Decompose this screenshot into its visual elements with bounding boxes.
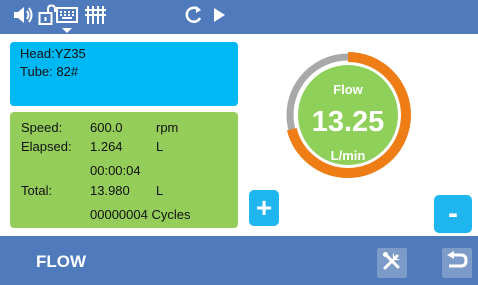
elapsed-unit: L <box>156 139 164 154</box>
cycles-row: 00000004 Cycles <box>90 207 190 222</box>
equalizer-icon[interactable] <box>84 4 106 26</box>
elapsed-value: 1.264 <box>90 139 123 154</box>
elapsed-time: 00:00:04 <box>90 163 141 178</box>
head-row: Head:YZ35 <box>20 46 86 61</box>
pump-head-info-panel: Head:YZ35 Tube: 82# <box>10 42 238 106</box>
increase-flow-button[interactable]: + <box>249 190 279 226</box>
flow-gauge: Flow 13.25 L/min <box>283 30 413 193</box>
tools-icon <box>381 250 403 277</box>
bottom-toolbar: FLOW <box>0 236 478 285</box>
total-value: 13.980 <box>90 183 130 198</box>
back-icon <box>445 250 469 277</box>
back-button[interactable] <box>442 248 472 278</box>
speaker-icon[interactable] <box>12 4 34 26</box>
speed-label: Speed: <box>21 120 63 135</box>
keyboard-icon[interactable] <box>56 4 78 26</box>
flow-label: Flow <box>333 82 363 97</box>
run-statistics-panel: Speed: 600.0 rpm Elapsed: 1.264 L 00:00:… <box>10 112 238 228</box>
tube-value: 82# <box>56 64 79 79</box>
play-icon[interactable] <box>211 4 227 26</box>
speed-unit: rpm <box>156 120 179 135</box>
total-unit: L <box>156 183 164 198</box>
mode-title: FLOW <box>36 252 87 271</box>
top-toolbar <box>0 0 478 34</box>
head-value: YZ35 <box>54 46 86 61</box>
total-label: Total: <box>21 183 53 198</box>
flow-value: 13.25 <box>312 106 385 138</box>
selection-indicator <box>62 28 72 33</box>
tube-row: Tube: 82# <box>20 64 78 79</box>
cycles-value: 00000004 <box>90 207 148 222</box>
unlock-icon[interactable] <box>38 4 58 26</box>
decrease-flow-button[interactable]: - <box>434 195 472 233</box>
elapsed-label: Elapsed: <box>21 139 72 154</box>
refresh-icon[interactable] <box>183 4 203 26</box>
tools-button[interactable] <box>377 248 407 278</box>
flow-unit: L/min <box>331 148 366 163</box>
head-label: Head: <box>20 46 55 61</box>
tube-label: Tube: <box>20 64 53 79</box>
speed-value: 600.0 <box>90 120 123 135</box>
cycles-label: Cycles <box>151 207 191 222</box>
